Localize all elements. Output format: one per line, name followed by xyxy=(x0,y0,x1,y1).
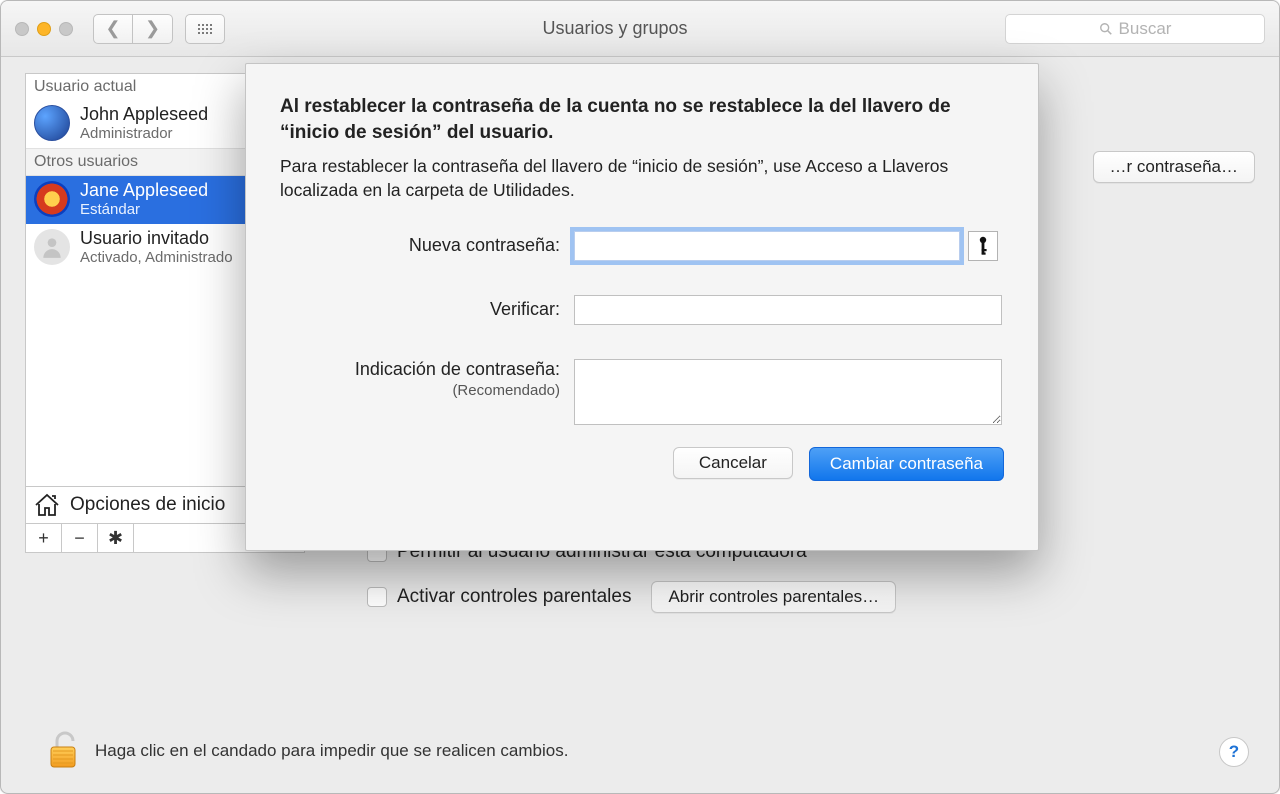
label-recommended: (Recomendado) xyxy=(280,382,560,399)
reset-password-sheet: Al restablecer la contraseña de la cuent… xyxy=(245,63,1039,551)
new-password-input[interactable] xyxy=(574,231,960,261)
label-hint: Indicación de contraseña: (Recomendado) xyxy=(280,359,574,399)
password-assistant-button[interactable] xyxy=(968,231,998,261)
sheet-actions: Cancelar Cambiar contraseña xyxy=(280,447,1004,481)
change-password-button[interactable]: Cambiar contraseña xyxy=(809,447,1004,481)
password-hint-input[interactable] xyxy=(574,359,1002,425)
label-new-password: Nueva contraseña: xyxy=(280,235,574,256)
modal-backdrop: Al restablecer la contraseña de la cuent… xyxy=(1,1,1279,793)
key-icon xyxy=(976,236,990,256)
prefs-window: ❮ ❯ Usuarios y grupos Buscar Usuario act… xyxy=(0,0,1280,794)
verify-password-input[interactable] xyxy=(574,295,1002,325)
cancel-button[interactable]: Cancelar xyxy=(673,447,793,479)
sheet-subtext: Para restablecer la contraseña del llave… xyxy=(280,155,1004,202)
sheet-headline: Al restablecer la contraseña de la cuent… xyxy=(280,94,1004,145)
label-verify: Verificar: xyxy=(280,299,574,320)
